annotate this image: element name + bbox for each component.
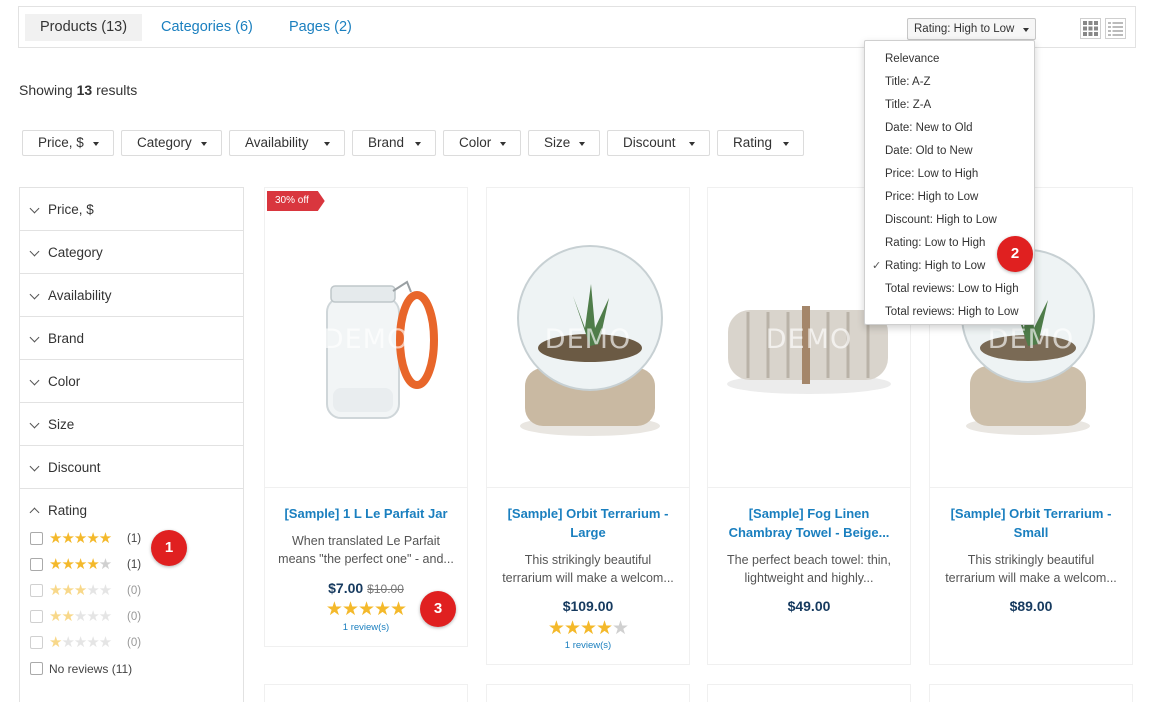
demo-watermark: DEMO [987, 324, 1075, 355]
filter-chip-size[interactable]: Size [528, 130, 600, 156]
list-view-button[interactable] [1105, 18, 1126, 39]
rating-checkbox [30, 584, 43, 597]
product-description: The perfect beach towel: thin, lightweig… [727, 553, 891, 585]
facet-panel: Price, $ Category Availability Brand Col… [19, 187, 244, 702]
sort-option-price-low-high[interactable]: Price: Low to High [865, 163, 1034, 186]
chevron-down-icon [579, 142, 585, 146]
filter-chip-price[interactable]: Price, $ [22, 130, 114, 156]
product-price: $109.00 [562, 598, 614, 614]
demo-watermark: DEMO [544, 324, 632, 355]
chevron-down-icon [29, 418, 40, 429]
chevron-down-icon [29, 289, 40, 300]
tab-pages[interactable]: Pages (2) [274, 14, 367, 41]
sort-option-relevance[interactable]: Relevance [865, 48, 1034, 71]
product-card[interactable] [707, 684, 911, 702]
chevron-down-icon [201, 142, 207, 146]
product-title[interactable]: [Sample] Orbit Terrarium - Large [497, 504, 679, 542]
chevron-down-icon [500, 142, 506, 146]
rating-checkbox[interactable] [30, 662, 43, 675]
tab-categories[interactable]: Categories (6) [146, 14, 268, 41]
chevron-down-icon [783, 142, 789, 146]
facet-availability[interactable]: Availability [20, 274, 243, 317]
results-count: Showing 13 results [19, 82, 138, 98]
sort-option-date-old-new[interactable]: Date: Old to New [865, 140, 1034, 163]
product-card[interactable] [264, 684, 468, 702]
product-title[interactable]: [Sample] Fog Linen Chambray Towel - Beig… [718, 504, 900, 542]
product-title[interactable]: [Sample] Orbit Terrarium - Small [940, 504, 1122, 542]
sort-option-reviews-high-low[interactable]: Total reviews: High to Low [865, 301, 1034, 324]
chevron-down-icon [29, 203, 40, 214]
filter-chip-discount[interactable]: Discount [607, 130, 710, 156]
sort-option-price-high-low[interactable]: Price: High to Low [865, 186, 1034, 209]
old-price: $10.00 [367, 582, 404, 596]
step-marker-3: 3 [420, 591, 456, 627]
chevron-down-icon [29, 246, 40, 257]
chevron-up-icon [29, 507, 40, 518]
chevron-down-icon [324, 142, 330, 146]
chevron-down-icon [1023, 28, 1029, 32]
facet-color[interactable]: Color [20, 360, 243, 403]
sort-option-discount-high-low[interactable]: Discount: High to Low [865, 209, 1034, 232]
product-card[interactable] [486, 684, 690, 702]
chevron-down-icon [415, 142, 421, 146]
product-description: This strikingly beautiful terrarium will… [945, 553, 1117, 585]
product-price: $89.00 [1009, 598, 1053, 614]
list-icon [1108, 22, 1123, 36]
star-rating-icon: ★★★★★ [49, 530, 112, 547]
grid-icon [1083, 21, 1098, 36]
sort-option-date-new-old[interactable]: Date: New to Old [865, 117, 1034, 140]
filter-chip-brand[interactable]: Brand [352, 130, 436, 156]
sort-dropdown-menu: Relevance Title: A-Z Title: Z-A Date: Ne… [864, 40, 1035, 325]
chevron-down-icon [93, 142, 99, 146]
product-rating: ★★★★★ [547, 618, 629, 639]
product-image[interactable]: DEMO 30% off [265, 188, 467, 488]
rating-checkbox [30, 636, 43, 649]
product-card[interactable]: DEMO 30% off [Sample] 1 L Le Parfait Jar… [264, 187, 468, 647]
chevron-down-icon [689, 142, 695, 146]
sort-option-title-z-a[interactable]: Title: Z-A [865, 94, 1034, 117]
tab-products[interactable]: Products (13) [25, 14, 143, 41]
facet-discount[interactable]: Discount [20, 446, 243, 489]
sort-option-title-a-z[interactable]: Title: A-Z [865, 71, 1034, 94]
product-card[interactable]: DEMO [Sample] Orbit Terrarium - Large Th… [486, 187, 690, 665]
star-rating-icon: ★★★★★ [49, 634, 112, 651]
filter-chip-color[interactable]: Color [443, 130, 521, 156]
star-rating-icon: ★★★★★ [49, 608, 112, 625]
product-image[interactable]: DEMO [487, 188, 689, 488]
sort-option-reviews-low-high[interactable]: Total reviews: Low to High [865, 278, 1034, 301]
sort-select-value: Rating: High to Low [914, 23, 1015, 35]
rating-checkbox [30, 610, 43, 623]
demo-watermark: DEMO [322, 324, 410, 355]
chevron-down-icon [29, 461, 40, 472]
facet-rating[interactable]: Rating [20, 489, 243, 532]
facet-category[interactable]: Category [20, 231, 243, 274]
step-marker-2: 2 [997, 236, 1033, 272]
product-title[interactable]: [Sample] 1 L Le Parfait Jar [275, 504, 457, 523]
star-rating-icon: ★★★★★ [49, 582, 112, 599]
demo-watermark: DEMO [765, 324, 853, 355]
filter-chip-availability[interactable]: Availability [229, 130, 345, 156]
product-reviews-link[interactable]: 1 review(s) [487, 640, 689, 651]
filter-chip-category[interactable]: Category [121, 130, 222, 156]
check-icon: ✓ [872, 260, 882, 272]
rating-checkbox[interactable] [30, 532, 43, 545]
discount-badge: 30% off [267, 191, 325, 211]
facet-price[interactable]: Price, $ [20, 188, 243, 231]
product-description: When translated Le Parfait means "the pe… [278, 534, 454, 566]
chevron-down-icon [29, 375, 40, 386]
chevron-down-icon [29, 332, 40, 343]
sort-select[interactable]: Rating: High to Low [907, 18, 1036, 40]
star-rating-icon: ★★★★★ [49, 556, 112, 573]
facet-brand[interactable]: Brand [20, 317, 243, 360]
product-card[interactable] [929, 684, 1133, 702]
step-marker-1: 1 [151, 530, 187, 566]
grid-view-button[interactable] [1080, 18, 1101, 39]
facet-size[interactable]: Size [20, 403, 243, 446]
product-price: $49.00 [787, 598, 831, 614]
rating-checkbox[interactable] [30, 558, 43, 571]
filter-chip-rating[interactable]: Rating [717, 130, 804, 156]
product-description: This strikingly beautiful terrarium will… [502, 553, 674, 585]
